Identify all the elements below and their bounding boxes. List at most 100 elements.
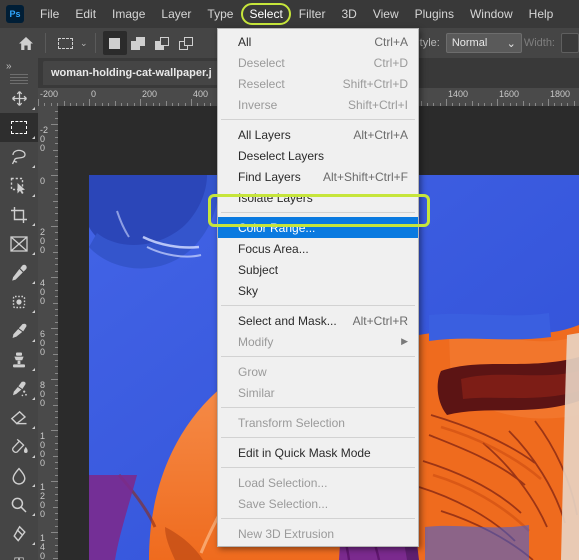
menu-image[interactable]: Image [104,3,153,25]
menu-item-color-range[interactable]: Color Range... [218,217,418,238]
menu-separator [221,356,415,357]
menu-edit[interactable]: Edit [67,3,104,25]
eraser-tool[interactable] [0,403,38,432]
menu-item-select-and-mask[interactable]: Select and Mask... Alt+Ctrl+R [218,310,418,331]
menu-window[interactable]: Window [462,3,521,25]
menu-item-save-selection[interactable]: Save Selection... [218,493,418,514]
menu-layer[interactable]: Layer [153,3,199,25]
gradient-tool[interactable] [0,432,38,461]
divider [45,33,46,53]
collapse-panel-icon[interactable]: » [0,58,38,74]
menu-item-label: Isolate Layers [238,190,313,205]
menu-item-new-3d-extrusion[interactable]: New 3D Extrusion [218,523,418,544]
menu-item-inverse[interactable]: Inverse Shift+Ctrl+I [218,94,418,115]
pen-tool[interactable] [0,519,38,548]
menu-item-label: Find Layers [238,169,301,184]
menu-help[interactable]: Help [521,3,562,25]
ruler-tick [51,328,58,329]
type-tool[interactable]: T [0,548,38,560]
blur-tool[interactable] [0,461,38,490]
add-to-selection-icon[interactable] [127,31,151,55]
object-selection-tool[interactable] [0,171,38,200]
menu-item-label: All Layers [238,127,291,142]
style-select[interactable]: Normal ⌄ [445,33,522,53]
intersect-selection-icon[interactable] [175,31,199,55]
home-icon[interactable] [14,31,38,55]
ruler-tick [51,481,58,482]
ruler-tick [191,99,192,106]
menu-item-similar[interactable]: Similar [218,382,418,403]
ruler-tick [548,99,549,106]
menu-item-shortcut: Ctrl+D [373,55,408,70]
ruler-tick [51,277,58,278]
svg-text:T: T [14,555,24,560]
menu-3d[interactable]: 3D [333,3,364,25]
history-brush-tool[interactable] [0,374,38,403]
ruler-label: 0 [40,176,46,186]
ruler-label: 1600 [499,89,520,99]
photoshop-window: Ps File Edit Image Layer Type Select Fil… [0,0,579,560]
divider [94,33,96,53]
ruler-tick [497,99,498,106]
menu-item-sky[interactable]: Sky [218,280,418,301]
menu-item-reselect[interactable]: Reselect Shift+Ctrl+D [218,73,418,94]
menu-item-isolate-layers[interactable]: Isolate Layers [218,187,418,208]
menu-item-label: All [238,34,252,49]
spot-healing-brush-tool[interactable] [0,287,38,316]
menu-item-edit-in-quick-mask-mode[interactable]: Edit in Quick Mask Mode [218,442,418,463]
style-value: Normal [451,37,488,49]
menu-item-label: Load Selection... [238,475,328,490]
menu-file[interactable]: File [32,3,67,25]
menu-item-subject[interactable]: Subject [218,259,418,280]
menu-view[interactable]: View [365,3,407,25]
ruler-label: 1400 [40,533,46,560]
dodge-tool[interactable] [0,490,38,519]
menu-plugins[interactable]: Plugins [407,3,462,25]
menu-item-label: Color Range... [238,220,316,235]
subtract-from-selection-icon[interactable] [151,31,175,55]
tools-panel: » [0,58,38,560]
menu-item-shortcut: Alt+Shift+Ctrl+F [322,169,408,184]
menu-item-grow[interactable]: Grow [218,361,418,382]
ruler-label: 400 [193,89,209,99]
rectangular-marquee-icon[interactable] [53,31,77,55]
rectangular-marquee-tool[interactable] [0,113,38,142]
document-tab[interactable]: woman-holding-cat-wallpaper.j [43,61,220,85]
brush-tool[interactable] [0,316,38,345]
menu-item-all[interactable]: All Ctrl+A [218,31,418,52]
panel-grip[interactable] [10,74,28,84]
clone-stamp-tool[interactable] [0,345,38,374]
new-selection-icon[interactable] [102,31,127,55]
photoshop-logo-icon: Ps [6,5,24,23]
lasso-tool[interactable] [0,142,38,171]
menu-item-label: Save Selection... [238,496,329,511]
menu-item-modify[interactable]: Modify ▶ [218,331,418,352]
menu-select[interactable]: Select [241,3,291,25]
menu-separator [221,407,415,408]
menu-filter[interactable]: Filter [291,3,334,25]
menu-item-all-layers[interactable]: All Layers Alt+Ctrl+A [218,124,418,145]
frame-tool[interactable] [0,229,38,258]
vertical-ruler[interactable]: -200 0 200 400 600 800 1000 1200 1400 [38,106,58,560]
menu-type[interactable]: Type [199,3,241,25]
menu-item-label: Modify [238,334,274,349]
menu-item-deselect-layers[interactable]: Deselect Layers [218,145,418,166]
crop-tool[interactable] [0,200,38,229]
move-tool[interactable] [0,84,38,113]
menu-item-load-selection[interactable]: Load Selection... [218,472,418,493]
menu-item-label: New 3D Extrusion [238,526,335,541]
chevron-down-icon[interactable]: ⌄ [80,38,88,49]
menu-item-focus-area[interactable]: Focus Area... [218,238,418,259]
eyedropper-tool[interactable] [0,258,38,287]
menu-item-label: Select and Mask... [238,313,337,328]
width-label: Width: [523,37,555,49]
menu-separator [221,518,415,519]
menu-separator [221,305,415,306]
ruler-label: 200 [142,89,158,99]
menu-item-find-layers[interactable]: Find Layers Alt+Shift+Ctrl+F [218,166,418,187]
menu-item-transform-selection[interactable]: Transform Selection [218,412,418,433]
select-menu-dropdown[interactable]: All Ctrl+A Deselect Ctrl+D Reselect Shift+Ctr… [217,28,419,547]
ruler-tick [51,532,58,533]
menu-item-deselect[interactable]: Deselect Ctrl+D [218,52,418,73]
width-input[interactable] [561,33,579,53]
